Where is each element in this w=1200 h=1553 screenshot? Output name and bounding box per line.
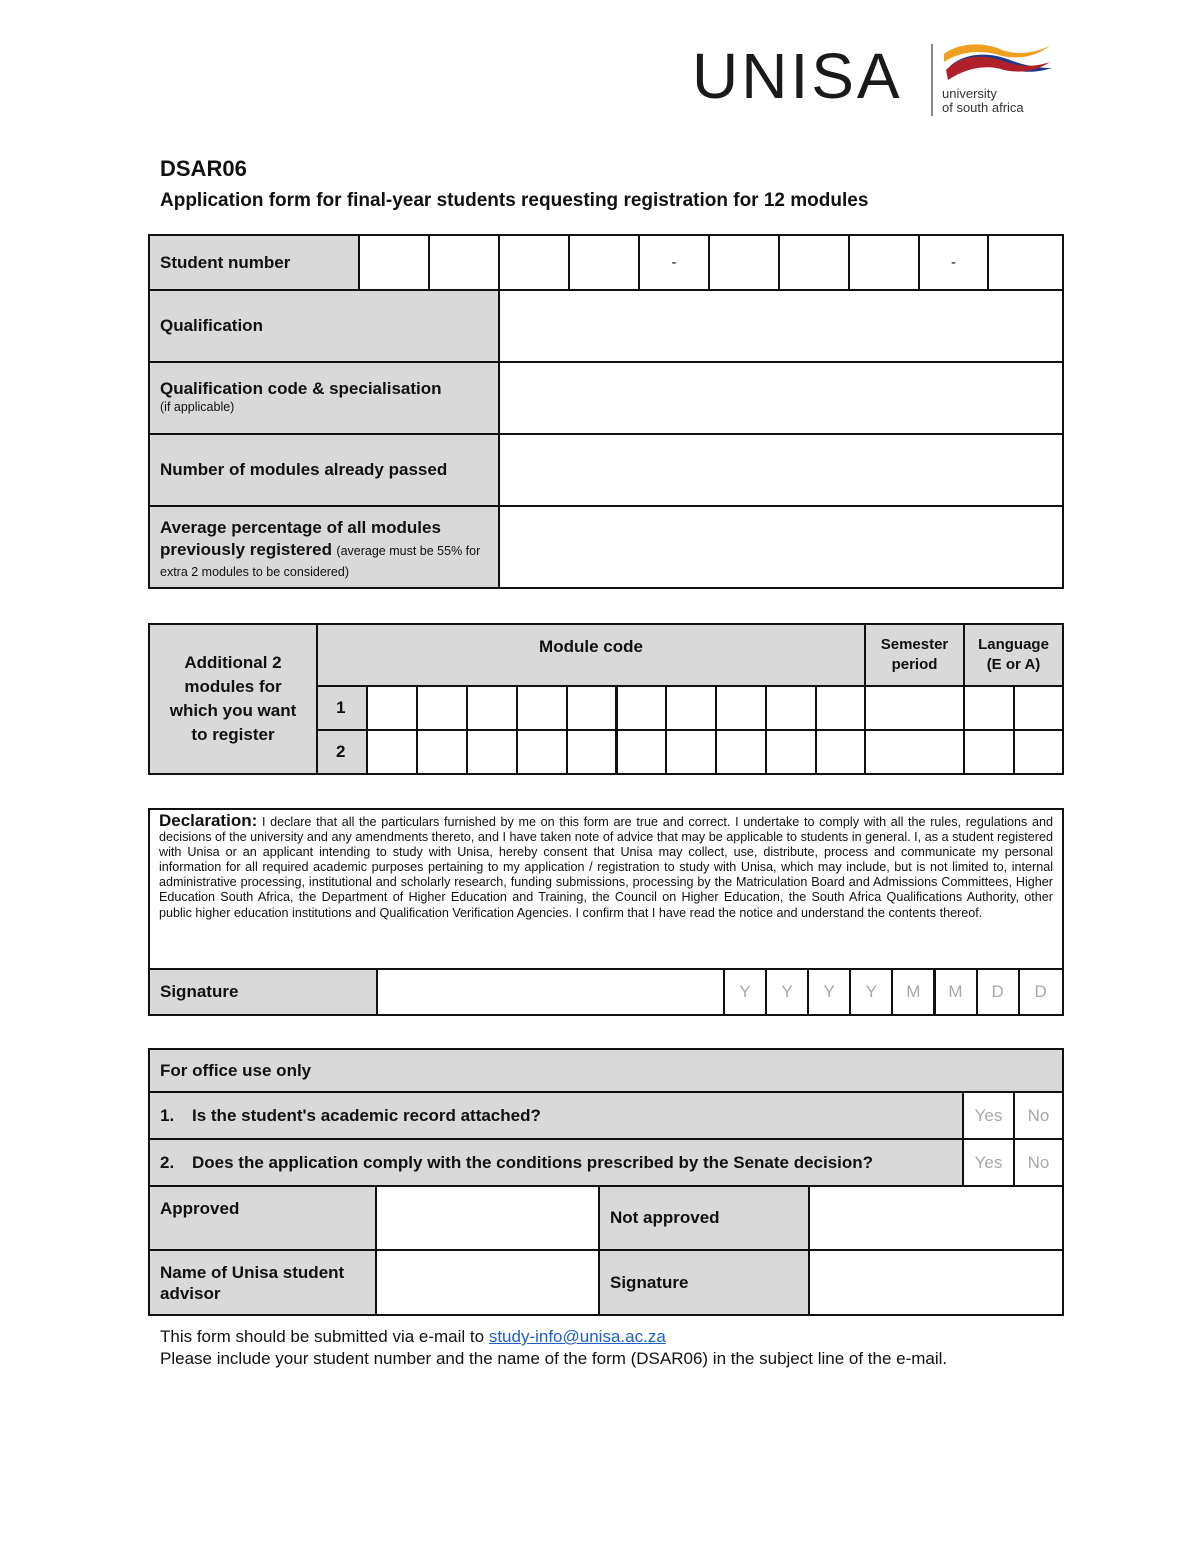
student-number-digit-2[interactable] [428, 234, 500, 291]
office-signature-field[interactable] [808, 1249, 1064, 1316]
student-number-digit-3[interactable] [498, 234, 570, 291]
module-1-code-char-4[interactable] [515, 685, 568, 731]
module-2-code-char-3[interactable] [465, 729, 518, 775]
module-2-code-char-7[interactable] [665, 729, 718, 775]
module-row-number: 1 [316, 685, 368, 731]
office-question-2-yes[interactable]: Yes [962, 1138, 1015, 1187]
form-title: Application form for final-year students… [160, 190, 869, 211]
office-question-2-text: Does the application comply with the con… [192, 1152, 874, 1172]
logo-divider [931, 44, 933, 116]
average-field[interactable] [498, 505, 1064, 589]
office-question-1-num: 1. [160, 1105, 175, 1125]
student-number-digit-7[interactable] [848, 234, 920, 291]
office-signature-label: Signature [598, 1249, 810, 1316]
module-2-code-char-9[interactable] [765, 729, 818, 775]
office-question-2: 2. Does the application comply with the … [148, 1138, 964, 1187]
declaration-signature-field[interactable] [376, 968, 725, 1016]
unisa-flag-logo-icon [944, 44, 1052, 80]
module-2-code-char-4[interactable] [515, 729, 568, 775]
module-2-code-char-8[interactable] [715, 729, 768, 775]
date-month-1-cell[interactable]: M [891, 968, 936, 1016]
approved-field[interactable] [375, 1185, 600, 1251]
module-2-code-char-1[interactable] [366, 729, 418, 775]
date-day-1-cell[interactable]: D [975, 968, 1020, 1016]
module-1-code-char-10[interactable] [815, 685, 867, 731]
module-1-code-char-3[interactable] [465, 685, 518, 731]
not-approved-label: Not approved [598, 1185, 810, 1251]
not-approved-field[interactable] [808, 1185, 1064, 1251]
date-year-2-cell[interactable]: Y [765, 968, 810, 1016]
qualification-code-label-cell: Qualification code & specialisation (if … [148, 361, 500, 435]
additional-modules-label: Additional 2 modules for which you want … [148, 623, 318, 775]
office-question-1-no[interactable]: No [1013, 1091, 1064, 1140]
language-header: Language (E or A) [963, 623, 1064, 687]
footer-submit-instruction: This form should be submitted via e-mail… [160, 1327, 666, 1347]
module-2-code-char-2[interactable] [415, 729, 468, 775]
module-2-language-cell-2[interactable] [1013, 729, 1064, 775]
declaration-signature-label: Signature [148, 968, 378, 1016]
approved-label: Approved [148, 1185, 377, 1251]
module-row-number: 2 [316, 729, 368, 775]
advisor-name-field[interactable] [375, 1249, 600, 1316]
qualification-code-field[interactable] [498, 361, 1064, 435]
module-2-language-cell-1[interactable] [963, 729, 1015, 775]
student-number-digit-4[interactable] [568, 234, 640, 291]
logo-tagline-line1: university [942, 86, 997, 101]
module-1-code-char-5[interactable] [565, 685, 618, 731]
module-1-language-cell-1[interactable] [963, 685, 1015, 731]
module-1-code-char-6[interactable] [615, 685, 668, 731]
qualification-label: Qualification [148, 289, 500, 363]
office-use-title: For office use only [148, 1048, 1064, 1093]
qualification-code-label: Qualification code & specialisation [160, 379, 442, 398]
footer-submit-prefix: This form should be submitted via e-mail… [160, 1327, 489, 1346]
module-1-code-char-1[interactable] [366, 685, 418, 731]
module-code-header: Module code [316, 623, 866, 687]
module-1-code-char-2[interactable] [415, 685, 468, 731]
footer-subject-instruction: Please include your student number and t… [160, 1349, 948, 1368]
office-question-1-text: Is the student's academic record attache… [192, 1105, 541, 1125]
qualification-code-note: (if applicable) [160, 400, 235, 414]
student-number-digit-5[interactable] [708, 234, 780, 291]
module-1-semester-field[interactable] [864, 685, 965, 731]
date-month-2-cell[interactable]: M [933, 968, 978, 1016]
logo-tagline-line2: of south africa [942, 100, 1024, 115]
date-day-2-cell[interactable]: D [1017, 968, 1064, 1016]
form-code: DSAR06 [160, 156, 247, 181]
module-2-semester-field[interactable] [864, 729, 965, 775]
module-2-code-char-6[interactable] [615, 729, 668, 775]
student-number-digit-6[interactable] [778, 234, 850, 291]
student-number-label: Student number [148, 234, 360, 291]
module-1-code-char-8[interactable] [715, 685, 768, 731]
student-number-separator-1: - [638, 234, 710, 291]
student-number-digit-8[interactable] [987, 234, 1064, 291]
module-2-code-char-5[interactable] [565, 729, 618, 775]
date-year-3-cell[interactable]: Y [807, 968, 852, 1016]
module-1-code-char-9[interactable] [765, 685, 818, 731]
advisor-name-label: Name of Unisa student advisor [148, 1249, 377, 1316]
date-year-4-cell[interactable]: Y [849, 968, 894, 1016]
logo-tagline: university of south africa [942, 87, 1024, 115]
email-link[interactable]: study-info@unisa.ac.za [489, 1327, 666, 1346]
office-question-2-num: 2. [160, 1152, 175, 1172]
semester-period-header: Semester period [864, 623, 965, 687]
module-2-code-char-10[interactable] [815, 729, 867, 775]
student-number-digit-1[interactable] [358, 234, 430, 291]
module-1-language-cell-2[interactable] [1013, 685, 1064, 731]
declaration-title: Declaration: [159, 811, 258, 830]
average-label-cell: Average percentage of all modules previo… [148, 505, 500, 589]
modules-passed-field[interactable] [498, 433, 1064, 507]
office-question-2-no[interactable]: No [1013, 1138, 1064, 1187]
date-year-1-cell[interactable]: Y [723, 968, 767, 1016]
student-number-separator-2: - [918, 234, 989, 291]
modules-passed-label: Number of modules already passed [148, 433, 500, 507]
module-1-code-char-7[interactable] [665, 685, 718, 731]
declaration-box: Declaration: I declare that all the part… [148, 808, 1064, 970]
office-question-1-yes[interactable]: Yes [962, 1091, 1015, 1140]
office-question-1: 1. Is the student's academic record atta… [148, 1091, 964, 1140]
qualification-field[interactable] [498, 289, 1064, 363]
declaration-text: I declare that all the particulars furni… [159, 815, 1054, 920]
unisa-logo-wordmark: UNISA [692, 40, 903, 112]
